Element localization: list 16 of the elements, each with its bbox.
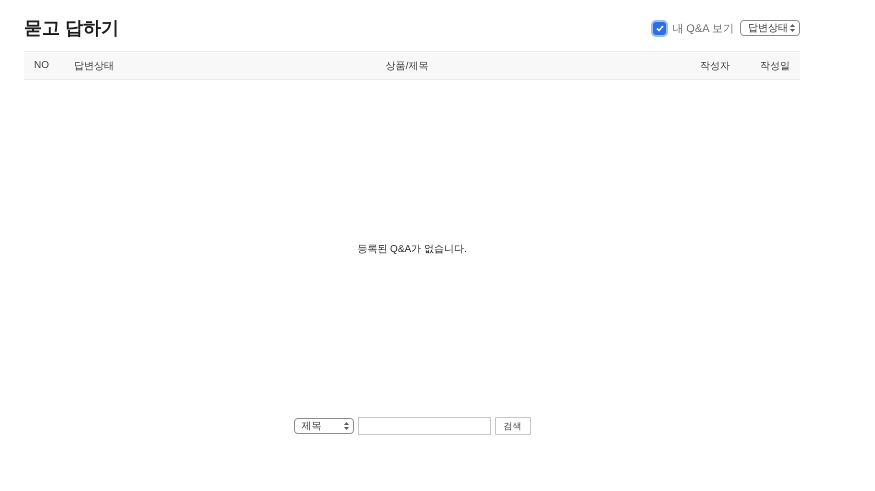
search-field-select[interactable]: 제목 — [294, 418, 354, 434]
page-title: 묻고 답하기 — [24, 17, 120, 40]
column-header: 작성일 — [759, 60, 791, 72]
my-qa-checkbox[interactable] — [653, 22, 666, 34]
search-button[interactable]: 검색 — [494, 417, 530, 435]
column-header: 답변상태 — [73, 60, 115, 72]
checkbox-label: 내 Q&A 보기 — [672, 22, 734, 36]
status-select[interactable]: 답변상태 — [740, 20, 800, 36]
checkmark-icon — [656, 24, 664, 32]
column-header: 작성자 — [699, 60, 731, 72]
column-header: 상품/제목 — [384, 60, 430, 72]
updown-icon — [344, 422, 348, 430]
empty-message: 등록된 Q&A가 없습니다. — [357, 242, 467, 256]
search-input[interactable] — [358, 417, 490, 435]
column-header: NO — [33, 60, 50, 71]
updown-icon — [790, 24, 795, 32]
